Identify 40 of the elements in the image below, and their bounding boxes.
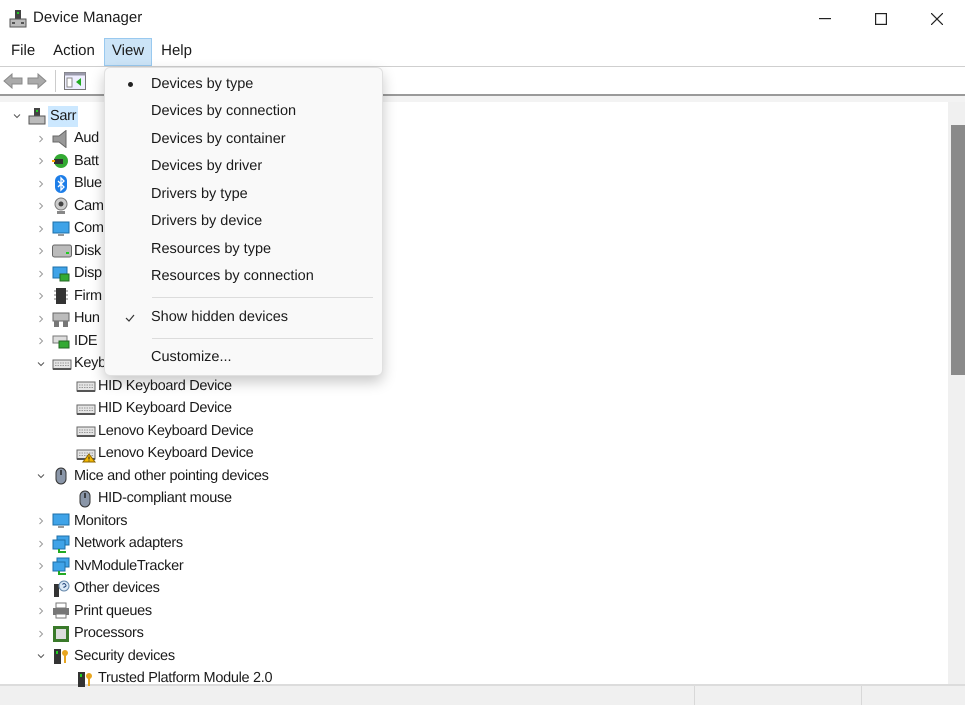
menu-item[interactable]: Customize...: [109, 344, 378, 372]
tree-item[interactable]: IDE: [72, 330, 100, 352]
tree-item[interactable]: Disk: [72, 240, 103, 262]
menu-item[interactable]: Resources by type: [109, 236, 378, 264]
tree-item[interactable]: Monitors: [72, 510, 130, 532]
tree-item[interactable]: Com: [72, 218, 106, 240]
window-title: Device Manager: [33, 8, 142, 28]
menu-item[interactable]: Devices by container: [109, 126, 378, 154]
menu-item[interactable]: Show hidden devices: [109, 304, 378, 332]
menu-bar-item[interactable]: File: [2, 38, 44, 66]
tree-item[interactable]: Processors: [72, 623, 146, 644]
tree-item[interactable]: Sarr: [48, 106, 78, 127]
tree-item[interactable]: Hun: [72, 308, 102, 330]
tree-item[interactable]: HID-compliant mouse: [96, 488, 234, 510]
menu-item[interactable]: Drivers by device: [109, 208, 378, 236]
tree-item[interactable]: HID Keyboard Device: [96, 376, 234, 397]
tree-item[interactable]: Trusted Platform Module 2.0: [96, 668, 274, 690]
tree-item[interactable]: Print queues: [72, 600, 154, 622]
tree-item[interactable]: Firm: [72, 286, 104, 307]
tree-item[interactable]: Mice and other pointing devices: [72, 466, 271, 487]
tree-item[interactable]: Lenovo Keyboard Device: [96, 443, 256, 464]
menu-bar-item[interactable]: Action: [44, 38, 104, 66]
menu-item[interactable]: Devices by connection: [109, 98, 378, 126]
menu-bar-item[interactable]: View: [104, 38, 152, 66]
tree-item[interactable]: Other devices: [72, 578, 162, 600]
tree-item[interactable]: Aud: [72, 128, 101, 150]
tree-item[interactable]: Disp: [72, 263, 104, 284]
tree-item[interactable]: NvModuleTracker: [72, 556, 186, 577]
tree-item[interactable]: Batt: [72, 150, 101, 172]
menu-bar-item[interactable]: Help: [152, 38, 201, 66]
menu-item[interactable]: Drivers by type: [109, 181, 378, 208]
tree-item[interactable]: Security devices: [72, 646, 177, 667]
tree-item[interactable]: Network adapters: [72, 533, 185, 554]
tree-item[interactable]: Lenovo Keyboard Device: [96, 420, 256, 442]
menu-item[interactable]: Devices by type: [109, 71, 378, 98]
tree-item[interactable]: Blue: [72, 173, 104, 194]
tree-item[interactable]: HID Keyboard Device: [96, 398, 234, 420]
tree-item[interactable]: Cam: [72, 196, 106, 217]
menu-item[interactable]: Resources by connection: [109, 264, 378, 291]
menu-item[interactable]: Devices by driver: [109, 154, 378, 181]
